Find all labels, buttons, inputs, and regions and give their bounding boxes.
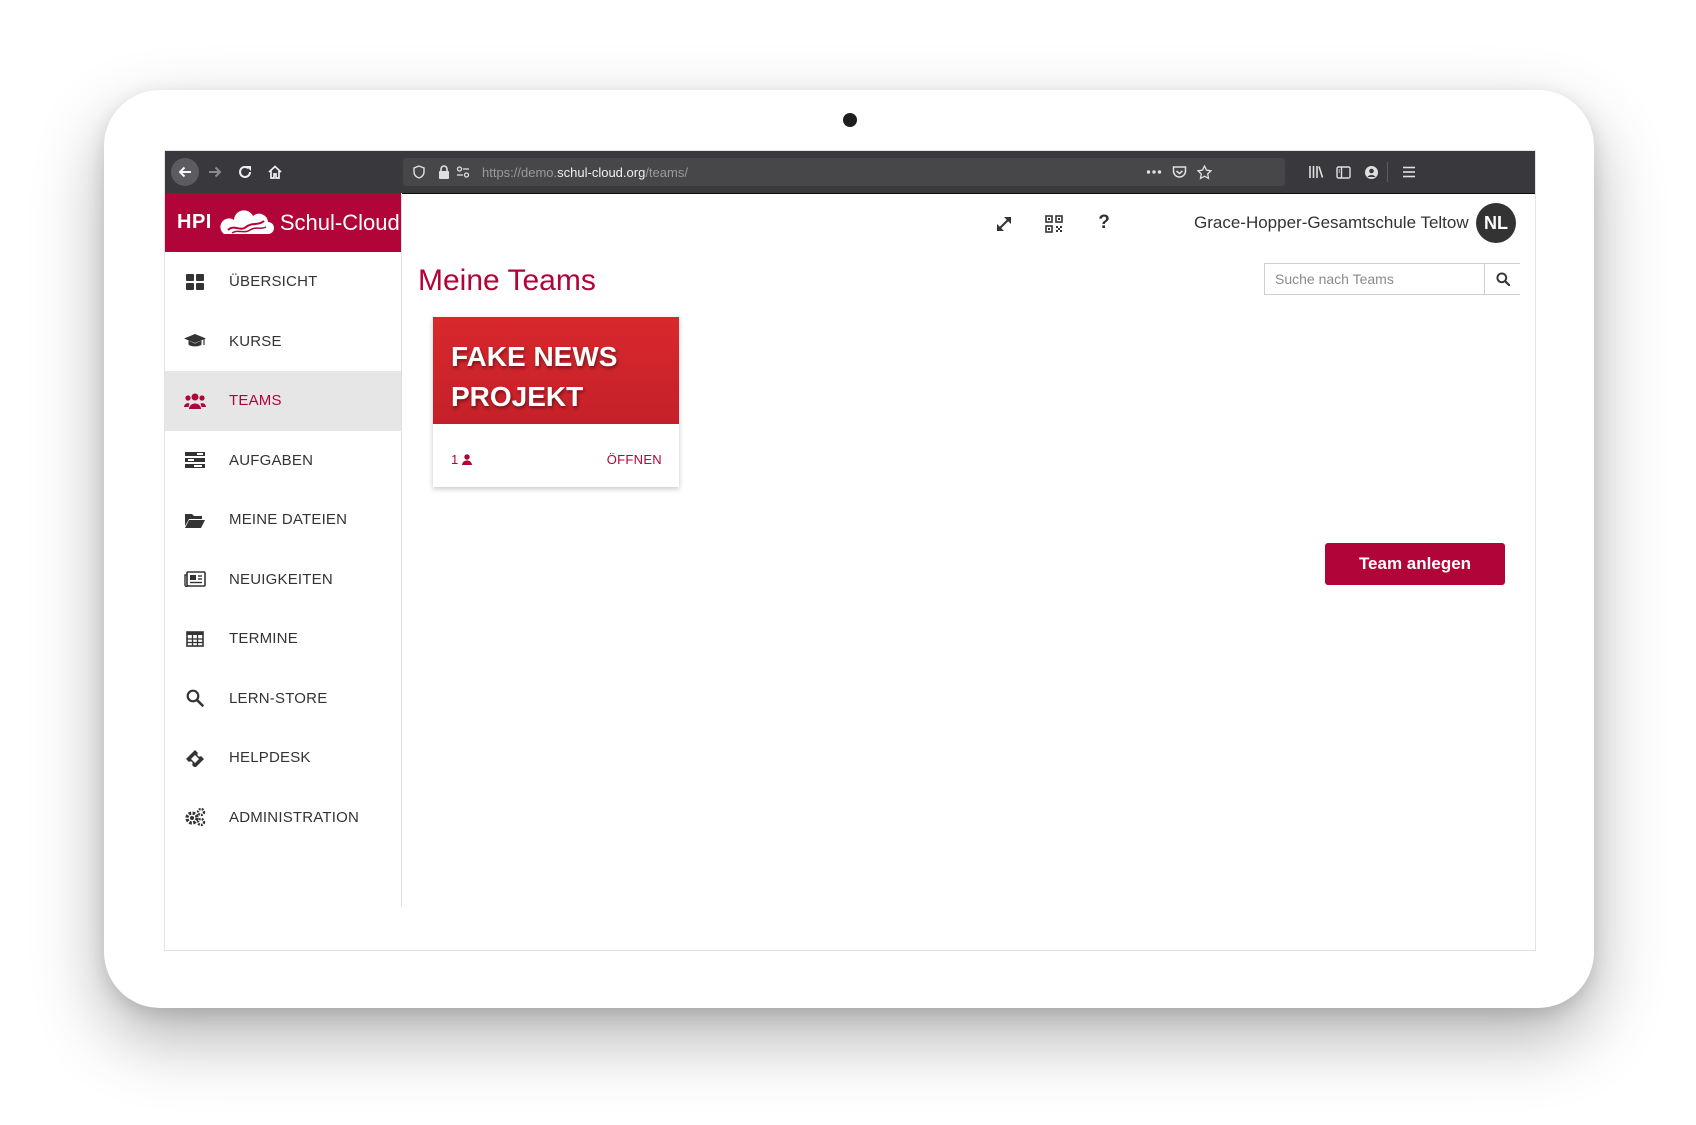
reload-button[interactable] bbox=[231, 158, 259, 186]
sidebar-item-helpdesk[interactable]: HELPDESK bbox=[165, 728, 401, 788]
team-card[interactable]: FAKE NEWS PROJEKT 1 ÖFFNEN bbox=[433, 317, 679, 487]
sidebar-item-aufgaben[interactable]: AUFGABEN bbox=[165, 431, 401, 491]
team-open-link[interactable]: ÖFFNEN bbox=[607, 452, 662, 467]
brand-logo[interactable]: HPI Schul-Cloud bbox=[165, 193, 401, 252]
brand-name: Schul-Cloud bbox=[279, 209, 400, 235]
fullscreen-icon[interactable] bbox=[993, 213, 1015, 235]
permissions-icon[interactable] bbox=[454, 163, 472, 181]
bookmark-star-icon[interactable] bbox=[1195, 163, 1213, 181]
sidebar-item-label: TEAMS bbox=[229, 392, 282, 410]
search-icon bbox=[1495, 272, 1510, 286]
users-icon bbox=[184, 391, 206, 411]
sidebar-item-label: KURSE bbox=[229, 332, 282, 350]
sidebar-item-uebersicht[interactable]: ÜBERSICHT bbox=[165, 252, 401, 312]
avatar[interactable]: NL bbox=[1476, 203, 1516, 243]
sidebar-item-meine-dateien[interactable]: MEINE DATEIEN bbox=[165, 490, 401, 550]
newspaper-icon bbox=[184, 569, 206, 589]
sidebar-item-teams[interactable]: TEAMS bbox=[165, 371, 401, 431]
browser-window: https://demo.schul-cloud.org/teams/ HPI … bbox=[165, 151, 1535, 950]
sidebar-item-label: MEINE DATEIEN bbox=[229, 511, 348, 529]
team-member-count: 1 bbox=[451, 452, 473, 467]
sidebar-menu: ÜBERSICHT KURSE TEAMS AUFGABEN MEINE DAT… bbox=[165, 252, 401, 847]
hamburger-menu-icon[interactable] bbox=[1399, 163, 1419, 181]
tablet-camera bbox=[843, 113, 857, 127]
dashboard-icon bbox=[184, 272, 206, 292]
browser-toolbar: https://demo.schul-cloud.org/teams/ bbox=[165, 151, 1535, 194]
search-button[interactable] bbox=[1484, 264, 1520, 294]
sidebar-item-label: ÜBERSICHT bbox=[229, 273, 318, 291]
sidebar-toggle-icon[interactable] bbox=[1333, 163, 1353, 181]
toolbar-separator bbox=[1387, 162, 1388, 182]
url-bar[interactable]: https://demo.schul-cloud.org/teams/ bbox=[403, 158, 1285, 186]
lock-icon[interactable] bbox=[435, 163, 453, 181]
team-card-header[interactable]: FAKE NEWS PROJEKT bbox=[433, 317, 679, 424]
cogs-icon bbox=[184, 807, 206, 827]
url-text[interactable]: https://demo.schul-cloud.org/teams/ bbox=[482, 165, 688, 180]
sidebar-item-label: AUFGABEN bbox=[229, 451, 314, 469]
app-header: ? Grace-Hopper-Gesamtschule Teltow NL bbox=[401, 193, 1535, 251]
user-icon bbox=[462, 454, 473, 465]
sidebar-item-label: HELPDESK bbox=[229, 749, 311, 767]
sidebar-item-label: ADMINISTRATION bbox=[229, 808, 360, 826]
brand-hpi-text: HPI bbox=[177, 211, 212, 233]
sidebar: HPI Schul-Cloud ÜBERSICHT KURSE TEAMS AU… bbox=[165, 193, 402, 907]
team-search bbox=[1264, 263, 1520, 295]
team-card-title: FAKE NEWS PROJEKT bbox=[451, 341, 618, 412]
sidebar-item-kurse[interactable]: KURSE bbox=[165, 312, 401, 372]
school-name: Grace-Hopper-Gesamtschule Teltow bbox=[1194, 213, 1469, 232]
account-icon[interactable] bbox=[1361, 163, 1381, 181]
tasks-icon bbox=[184, 450, 206, 470]
member-count-value: 1 bbox=[451, 452, 459, 467]
forward-button[interactable] bbox=[201, 158, 229, 186]
sidebar-item-termine[interactable]: TERMINE bbox=[165, 609, 401, 669]
search-input[interactable] bbox=[1265, 264, 1483, 294]
shield-icon[interactable] bbox=[410, 163, 428, 181]
qr-code-icon[interactable] bbox=[1043, 213, 1065, 235]
back-button[interactable] bbox=[171, 158, 199, 186]
help-icon[interactable]: ? bbox=[1093, 212, 1115, 234]
cloud-logo-icon bbox=[218, 208, 274, 238]
page-actions-icon[interactable] bbox=[1145, 163, 1163, 181]
library-icon[interactable] bbox=[1306, 163, 1326, 181]
home-button[interactable] bbox=[261, 158, 289, 186]
ticket-icon bbox=[184, 748, 206, 768]
sidebar-item-label: LERN-STORE bbox=[229, 689, 328, 707]
sidebar-item-label: TERMINE bbox=[229, 630, 298, 648]
sidebar-item-label: NEUIGKEITEN bbox=[229, 570, 333, 588]
folder-open-icon bbox=[184, 510, 206, 530]
page-title: Meine Teams bbox=[418, 264, 596, 297]
search-icon bbox=[184, 688, 206, 708]
pocket-icon[interactable] bbox=[1170, 163, 1188, 181]
create-team-button[interactable]: Team anlegen bbox=[1325, 543, 1505, 585]
sidebar-item-lern-store[interactable]: LERN-STORE bbox=[165, 669, 401, 729]
sidebar-item-administration[interactable]: ADMINISTRATION bbox=[165, 788, 401, 848]
calendar-table-icon bbox=[184, 629, 206, 649]
graduation-cap-icon bbox=[184, 331, 206, 351]
sidebar-item-neuigkeiten[interactable]: NEUIGKEITEN bbox=[165, 550, 401, 610]
